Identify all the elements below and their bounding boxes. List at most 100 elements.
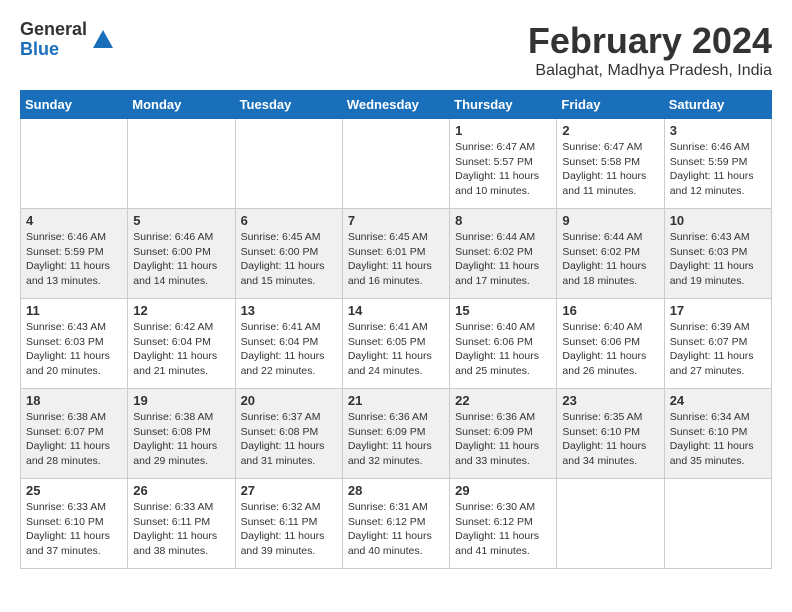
day-number: 21 bbox=[348, 393, 444, 408]
day-cell: 15 Sunrise: 6:40 AM Sunset: 6:06 PM Dayli… bbox=[450, 299, 557, 389]
day-info: Sunrise: 6:37 AM Sunset: 6:08 PM Dayligh… bbox=[241, 410, 337, 469]
col-header-tuesday: Tuesday bbox=[235, 91, 342, 119]
day-number: 22 bbox=[455, 393, 551, 408]
day-cell: 16Sunrise: 6:40 AM Sunset: 6:06 PM Dayli… bbox=[557, 299, 664, 389]
day-info: Sunrise: 6:30 AM Sunset: 6:12 PM Dayligh… bbox=[455, 500, 551, 559]
day-info: Sunrise: 6:43 AM Sunset: 6:03 PM Dayligh… bbox=[26, 320, 122, 379]
day-info: Sunrise: 6:44 AM Sunset: 6:02 PM Dayligh… bbox=[562, 230, 658, 289]
day-info: Sunrise: 6:39 AM Sunset: 6:07 PM Dayligh… bbox=[670, 320, 766, 379]
day-number: 7 bbox=[348, 213, 444, 228]
day-cell: 12 Sunrise: 6:42 AM Sunset: 6:04 PM Dayli… bbox=[128, 299, 235, 389]
day-info: Sunrise: 6:45 AM Sunset: 6:00 PM Dayligh… bbox=[241, 230, 337, 289]
day-cell: 3 Sunrise: 6:46 AM Sunset: 5:59 PM Daylig… bbox=[664, 119, 771, 209]
day-cell: 19Sunrise: 6:38 AM Sunset: 6:08 PM Dayli… bbox=[128, 389, 235, 479]
day-number: 12 bbox=[133, 303, 229, 318]
logo-general: General bbox=[20, 20, 87, 40]
day-cell: 4Sunrise: 6:46 AM Sunset: 5:59 PM Daylig… bbox=[21, 209, 128, 299]
day-cell: 28 Sunrise: 6:31 AM Sunset: 6:12 PM Dayli… bbox=[342, 479, 449, 569]
day-info: Sunrise: 6:42 AM Sunset: 6:04 PM Dayligh… bbox=[133, 320, 229, 379]
day-cell bbox=[342, 119, 449, 209]
day-cell: 13 Sunrise: 6:41 AM Sunset: 6:04 PM Dayli… bbox=[235, 299, 342, 389]
day-number: 26 bbox=[133, 483, 229, 498]
day-cell: 6 Sunrise: 6:45 AM Sunset: 6:00 PM Daylig… bbox=[235, 209, 342, 299]
day-cell bbox=[557, 479, 664, 569]
logo-icon bbox=[91, 28, 115, 52]
day-number: 5 bbox=[133, 213, 229, 228]
day-number: 24 bbox=[670, 393, 766, 408]
day-cell: 22 Sunrise: 6:36 AM Sunset: 6:09 PM Dayli… bbox=[450, 389, 557, 479]
day-number: 1 bbox=[455, 123, 551, 138]
day-cell: 2 Sunrise: 6:47 AM Sunset: 5:58 PM Daylig… bbox=[557, 119, 664, 209]
calendar-table: SundayMondayTuesdayWednesdayThursdayFrid… bbox=[20, 90, 772, 569]
logo: General Blue bbox=[20, 20, 115, 60]
logo-blue: Blue bbox=[20, 40, 87, 60]
day-info: Sunrise: 6:41 AM Sunset: 6:04 PM Dayligh… bbox=[241, 320, 337, 379]
day-info: Sunrise: 6:44 AM Sunset: 6:02 PM Dayligh… bbox=[455, 230, 551, 289]
day-cell: 8 Sunrise: 6:44 AM Sunset: 6:02 PM Daylig… bbox=[450, 209, 557, 299]
day-cell: 17Sunrise: 6:39 AM Sunset: 6:07 PM Dayli… bbox=[664, 299, 771, 389]
day-info: Sunrise: 6:45 AM Sunset: 6:01 PM Dayligh… bbox=[348, 230, 444, 289]
day-info: Sunrise: 6:31 AM Sunset: 6:12 PM Dayligh… bbox=[348, 500, 444, 559]
day-info: Sunrise: 6:33 AM Sunset: 6:10 PM Dayligh… bbox=[26, 500, 122, 559]
day-number: 9 bbox=[562, 213, 658, 228]
month-title: February 2024 bbox=[528, 20, 772, 62]
day-info: Sunrise: 6:41 AM Sunset: 6:05 PM Dayligh… bbox=[348, 320, 444, 379]
day-number: 29 bbox=[455, 483, 551, 498]
day-number: 20 bbox=[241, 393, 337, 408]
day-cell: 18Sunrise: 6:38 AM Sunset: 6:07 PM Dayli… bbox=[21, 389, 128, 479]
day-info: Sunrise: 6:38 AM Sunset: 6:08 PM Dayligh… bbox=[133, 410, 229, 469]
day-info: Sunrise: 6:46 AM Sunset: 5:59 PM Dayligh… bbox=[670, 140, 766, 199]
day-number: 28 bbox=[348, 483, 444, 498]
week-row-3: 11 Sunrise: 6:43 AM Sunset: 6:03 PM Dayli… bbox=[21, 299, 772, 389]
day-cell: 26 Sunrise: 6:33 AM Sunset: 6:11 PM Dayli… bbox=[128, 479, 235, 569]
col-header-sunday: Sunday bbox=[21, 91, 128, 119]
day-cell: 11 Sunrise: 6:43 AM Sunset: 6:03 PM Dayli… bbox=[21, 299, 128, 389]
day-number: 27 bbox=[241, 483, 337, 498]
day-cell: 7 Sunrise: 6:45 AM Sunset: 6:01 PM Daylig… bbox=[342, 209, 449, 299]
day-info: Sunrise: 6:36 AM Sunset: 6:09 PM Dayligh… bbox=[455, 410, 551, 469]
day-number: 6 bbox=[241, 213, 337, 228]
day-cell: 9 Sunrise: 6:44 AM Sunset: 6:02 PM Daylig… bbox=[557, 209, 664, 299]
day-cell bbox=[664, 479, 771, 569]
day-info: Sunrise: 6:47 AM Sunset: 5:58 PM Dayligh… bbox=[562, 140, 658, 199]
day-number: 2 bbox=[562, 123, 658, 138]
day-info: Sunrise: 6:40 AM Sunset: 6:06 PM Dayligh… bbox=[455, 320, 551, 379]
day-number: 25 bbox=[26, 483, 122, 498]
col-header-wednesday: Wednesday bbox=[342, 91, 449, 119]
day-cell: 14 Sunrise: 6:41 AM Sunset: 6:05 PM Dayli… bbox=[342, 299, 449, 389]
title-area: February 2024 Balaghat, Madhya Pradesh, … bbox=[528, 20, 772, 80]
day-cell: 29 Sunrise: 6:30 AM Sunset: 6:12 PM Dayli… bbox=[450, 479, 557, 569]
day-info: Sunrise: 6:38 AM Sunset: 6:07 PM Dayligh… bbox=[26, 410, 122, 469]
day-cell: 10 Sunrise: 6:43 AM Sunset: 6:03 PM Dayli… bbox=[664, 209, 771, 299]
day-info: Sunrise: 6:46 AM Sunset: 5:59 PM Dayligh… bbox=[26, 230, 122, 289]
day-info: Sunrise: 6:33 AM Sunset: 6:11 PM Dayligh… bbox=[133, 500, 229, 559]
day-number: 13 bbox=[241, 303, 337, 318]
day-number: 3 bbox=[670, 123, 766, 138]
header-row: SundayMondayTuesdayWednesdayThursdayFrid… bbox=[21, 91, 772, 119]
day-info: Sunrise: 6:36 AM Sunset: 6:09 PM Dayligh… bbox=[348, 410, 444, 469]
day-number: 23 bbox=[562, 393, 658, 408]
day-cell bbox=[128, 119, 235, 209]
day-cell: 1 Sunrise: 6:47 AM Sunset: 5:57 PM Daylig… bbox=[450, 119, 557, 209]
week-row-2: 4Sunrise: 6:46 AM Sunset: 5:59 PM Daylig… bbox=[21, 209, 772, 299]
col-header-thursday: Thursday bbox=[450, 91, 557, 119]
day-info: Sunrise: 6:47 AM Sunset: 5:57 PM Dayligh… bbox=[455, 140, 551, 199]
day-number: 8 bbox=[455, 213, 551, 228]
day-number: 10 bbox=[670, 213, 766, 228]
day-number: 15 bbox=[455, 303, 551, 318]
day-cell: 20 Sunrise: 6:37 AM Sunset: 6:08 PM Dayli… bbox=[235, 389, 342, 479]
day-info: Sunrise: 6:34 AM Sunset: 6:10 PM Dayligh… bbox=[670, 410, 766, 469]
day-number: 11 bbox=[26, 303, 122, 318]
day-cell bbox=[21, 119, 128, 209]
week-row-1: 1 Sunrise: 6:47 AM Sunset: 5:57 PM Daylig… bbox=[21, 119, 772, 209]
col-header-saturday: Saturday bbox=[664, 91, 771, 119]
day-number: 16 bbox=[562, 303, 658, 318]
day-number: 14 bbox=[348, 303, 444, 318]
header: General Blue February 2024 Balaghat, Mad… bbox=[20, 20, 772, 80]
day-cell: 5 Sunrise: 6:46 AM Sunset: 6:00 PM Daylig… bbox=[128, 209, 235, 299]
col-header-friday: Friday bbox=[557, 91, 664, 119]
col-header-monday: Monday bbox=[128, 91, 235, 119]
day-info: Sunrise: 6:35 AM Sunset: 6:10 PM Dayligh… bbox=[562, 410, 658, 469]
day-info: Sunrise: 6:43 AM Sunset: 6:03 PM Dayligh… bbox=[670, 230, 766, 289]
day-info: Sunrise: 6:46 AM Sunset: 6:00 PM Dayligh… bbox=[133, 230, 229, 289]
